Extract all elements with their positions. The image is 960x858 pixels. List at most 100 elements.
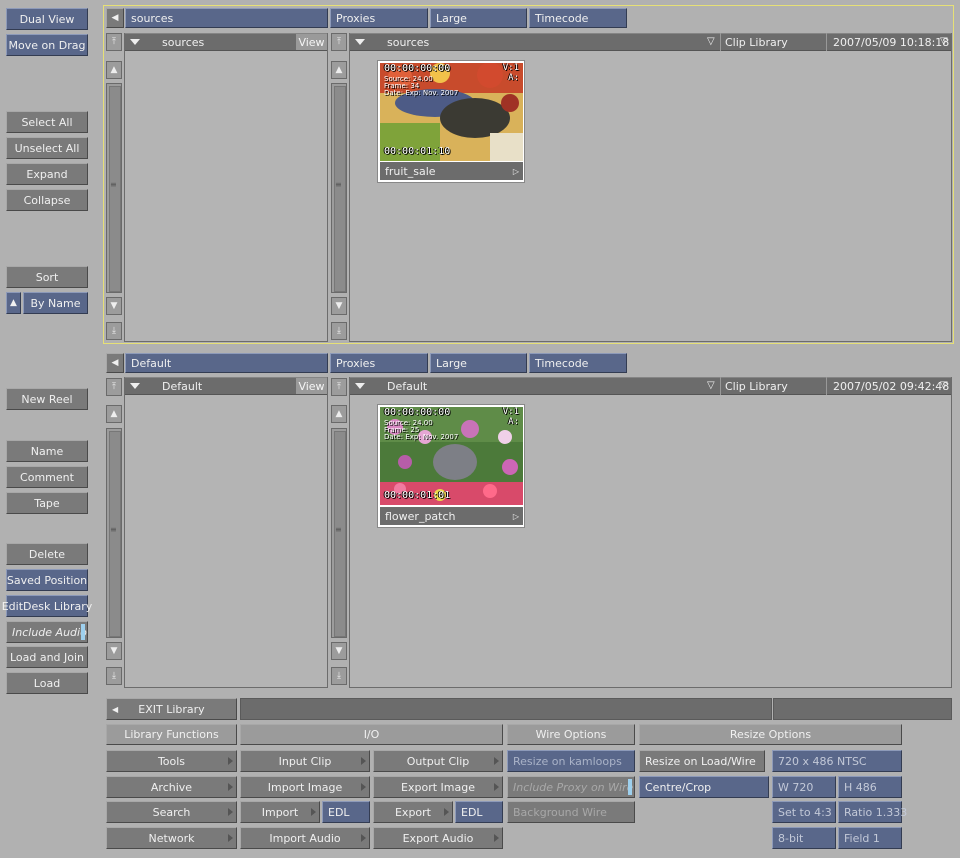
tape-button[interactable]: Tape (6, 492, 88, 514)
top-clip-scrollbar[interactable]: ≡ (331, 83, 347, 293)
name-button[interactable]: Name (6, 440, 88, 462)
top-timecode-button[interactable]: Timecode (529, 8, 627, 28)
collapse-triangle-icon[interactable] (355, 383, 365, 389)
editdesk-library-button[interactable]: EditDesk Library (2, 595, 92, 617)
bottom-date-label: 2007/05/02 09:42:48 (833, 380, 950, 393)
bottom-size-button[interactable]: Large (430, 353, 527, 373)
dual-view-button[interactable]: Dual View (6, 8, 88, 30)
resize-on-kamloops-button[interactable]: Resize on kamloops (507, 750, 635, 772)
top-clip-scroll-down-button[interactable]: ▼ (331, 297, 347, 315)
bottom-tree-scroll-bottom-button[interactable]: ⤓ (106, 667, 122, 685)
include-audio-toggle[interactable]: Include Audio (6, 621, 88, 643)
background-wire-button[interactable]: Background Wire (507, 801, 635, 823)
tools-menu-button[interactable]: Tools (106, 750, 237, 772)
import-button[interactable]: Import (240, 801, 320, 823)
expand-button[interactable]: Expand (6, 163, 88, 185)
bottom-clip-scroll-up-button[interactable]: ▲ (331, 405, 347, 423)
bottom-tree-scroll-down-button[interactable]: ▼ (106, 642, 122, 660)
top-tree-scrollbar[interactable]: ≡ (106, 83, 122, 293)
bottom-library-back-button[interactable]: ◀ (106, 353, 124, 373)
top-proxies-button[interactable]: Proxies (330, 8, 428, 28)
path-dropdown-icon[interactable]: ▽ (707, 380, 715, 391)
top-clip-scroll-top-button[interactable]: ⤒ (331, 33, 347, 51)
collapse-triangle-icon[interactable] (355, 39, 365, 45)
date-dropdown-icon[interactable]: ▽ (940, 36, 948, 47)
collapse-button[interactable]: Collapse (6, 189, 88, 211)
top-tree-scroll-up-button[interactable]: ▲ (106, 61, 122, 79)
top-library-back-button[interactable]: ◀ (106, 8, 124, 28)
include-proxy-on-wire-toggle[interactable]: Include Proxy on Wire (507, 776, 635, 798)
bottom-tree-scroll-up-button[interactable]: ▲ (106, 405, 122, 423)
input-clip-button[interactable]: Input Clip (240, 750, 370, 772)
import-image-button[interactable]: Import Image (240, 776, 370, 798)
bottom-clip-scroll-top-button[interactable]: ⤒ (331, 378, 347, 396)
import-format-edl-button[interactable]: EDL (322, 801, 370, 823)
sort-by-name-button[interactable]: By Name (23, 292, 88, 314)
import-audio-button[interactable]: Import Audio (240, 827, 370, 849)
output-clip-label: Output Clip (406, 754, 470, 768)
resize-on-load-wire-button[interactable]: Resize on Load/Wire (639, 750, 765, 772)
bottom-mode-label[interactable]: Clip Library (725, 380, 788, 393)
export-audio-button[interactable]: Export Audio (373, 827, 503, 849)
field-button[interactable]: Field 1 (838, 827, 902, 849)
sort-button[interactable]: Sort (6, 266, 88, 288)
top-clip-scroll-bottom-button[interactable]: ⤓ (331, 322, 347, 340)
load-button[interactable]: Load (6, 672, 88, 694)
top-mode-label[interactable]: Clip Library (725, 36, 788, 49)
top-size-button[interactable]: Large (430, 8, 527, 28)
bottom-tree-scrollbar[interactable]: ≡ (106, 428, 122, 638)
collapse-triangle-icon[interactable] (130, 383, 140, 389)
top-tree-scroll-top-button[interactable]: ⤒ (106, 33, 122, 51)
new-reel-button[interactable]: New Reel (6, 388, 88, 410)
top-view-button[interactable]: View (296, 34, 327, 50)
bottom-clip-scroll-bottom-button[interactable]: ⤓ (331, 667, 347, 685)
export-format-edl-button[interactable]: EDL (455, 801, 503, 823)
ratio-field[interactable]: Ratio 1.333 (838, 801, 907, 823)
play-triangle-icon[interactable]: ▷ (513, 167, 519, 176)
top-library-name-field[interactable]: sources (125, 8, 328, 28)
bottom-view-button[interactable]: View (296, 378, 327, 394)
export-image-button[interactable]: Export Image (373, 776, 503, 798)
width-field[interactable]: W 720 (772, 776, 836, 798)
saved-position-button[interactable]: Saved Position (6, 569, 88, 591)
export-button[interactable]: Export (373, 801, 453, 823)
network-menu-button[interactable]: Network (106, 827, 237, 849)
clip-thumbnail[interactable]: 00:00:00:00 V:1 A: Source: 24.00 Frame: … (377, 404, 525, 528)
load-and-join-button[interactable]: Load and Join (6, 646, 88, 668)
search-menu-button[interactable]: Search (106, 801, 237, 823)
move-on-drag-button[interactable]: Move on Drag (6, 34, 88, 56)
top-tree-scroll-down-button[interactable]: ▼ (106, 297, 122, 315)
bit-depth-button[interactable]: 8-bit (772, 827, 836, 849)
scroll-down-icon: ▼ (110, 301, 118, 311)
delete-button[interactable]: Delete (6, 543, 88, 565)
submenu-arrow-icon (361, 783, 366, 791)
unselect-all-button[interactable]: Unselect All (6, 137, 88, 159)
bottom-tree-scroll-top-button[interactable]: ⤒ (106, 378, 122, 396)
set-to-4-3-button[interactable]: Set to 4:3 (772, 801, 836, 823)
centre-crop-button[interactable]: Centre/Crop (639, 776, 769, 798)
output-clip-button[interactable]: Output Clip (373, 750, 503, 772)
arrow-left-icon: ◀ (112, 704, 119, 714)
archive-menu-button[interactable]: Archive (106, 776, 237, 798)
format-preset-button[interactable]: 720 x 486 NTSC (772, 750, 902, 772)
bottom-clip-scroll-down-button[interactable]: ▼ (331, 642, 347, 660)
bottom-timecode-button[interactable]: Timecode (529, 353, 627, 373)
bottom-library-name-field[interactable]: Default (125, 353, 328, 373)
date-dropdown-icon[interactable]: ▽ (940, 380, 948, 391)
top-tree-scroll-bottom-button[interactable]: ⤓ (106, 322, 122, 340)
bottom-tree-panel[interactable] (124, 377, 328, 688)
select-all-button[interactable]: Select All (6, 111, 88, 133)
comment-button[interactable]: Comment (6, 466, 88, 488)
exit-library-button[interactable]: ◀ EXIT Library (106, 698, 237, 720)
bottom-clip-scrollbar[interactable]: ≡ (331, 428, 347, 638)
play-triangle-icon[interactable]: ▷ (513, 512, 519, 521)
collapse-triangle-icon[interactable] (130, 39, 140, 45)
path-dropdown-icon[interactable]: ▽ (707, 36, 715, 47)
clip-thumbnail[interactable]: 00:00:00:00 V:1 A: Source: 24.00 Frame: … (377, 60, 525, 183)
toggle-indicator-icon (81, 624, 85, 640)
height-field[interactable]: H 486 (838, 776, 902, 798)
sort-direction-button[interactable]: ▲ (6, 292, 21, 314)
bottom-proxies-button[interactable]: Proxies (330, 353, 428, 373)
top-tree-panel[interactable] (124, 33, 328, 342)
top-clip-scroll-up-button[interactable]: ▲ (331, 61, 347, 79)
